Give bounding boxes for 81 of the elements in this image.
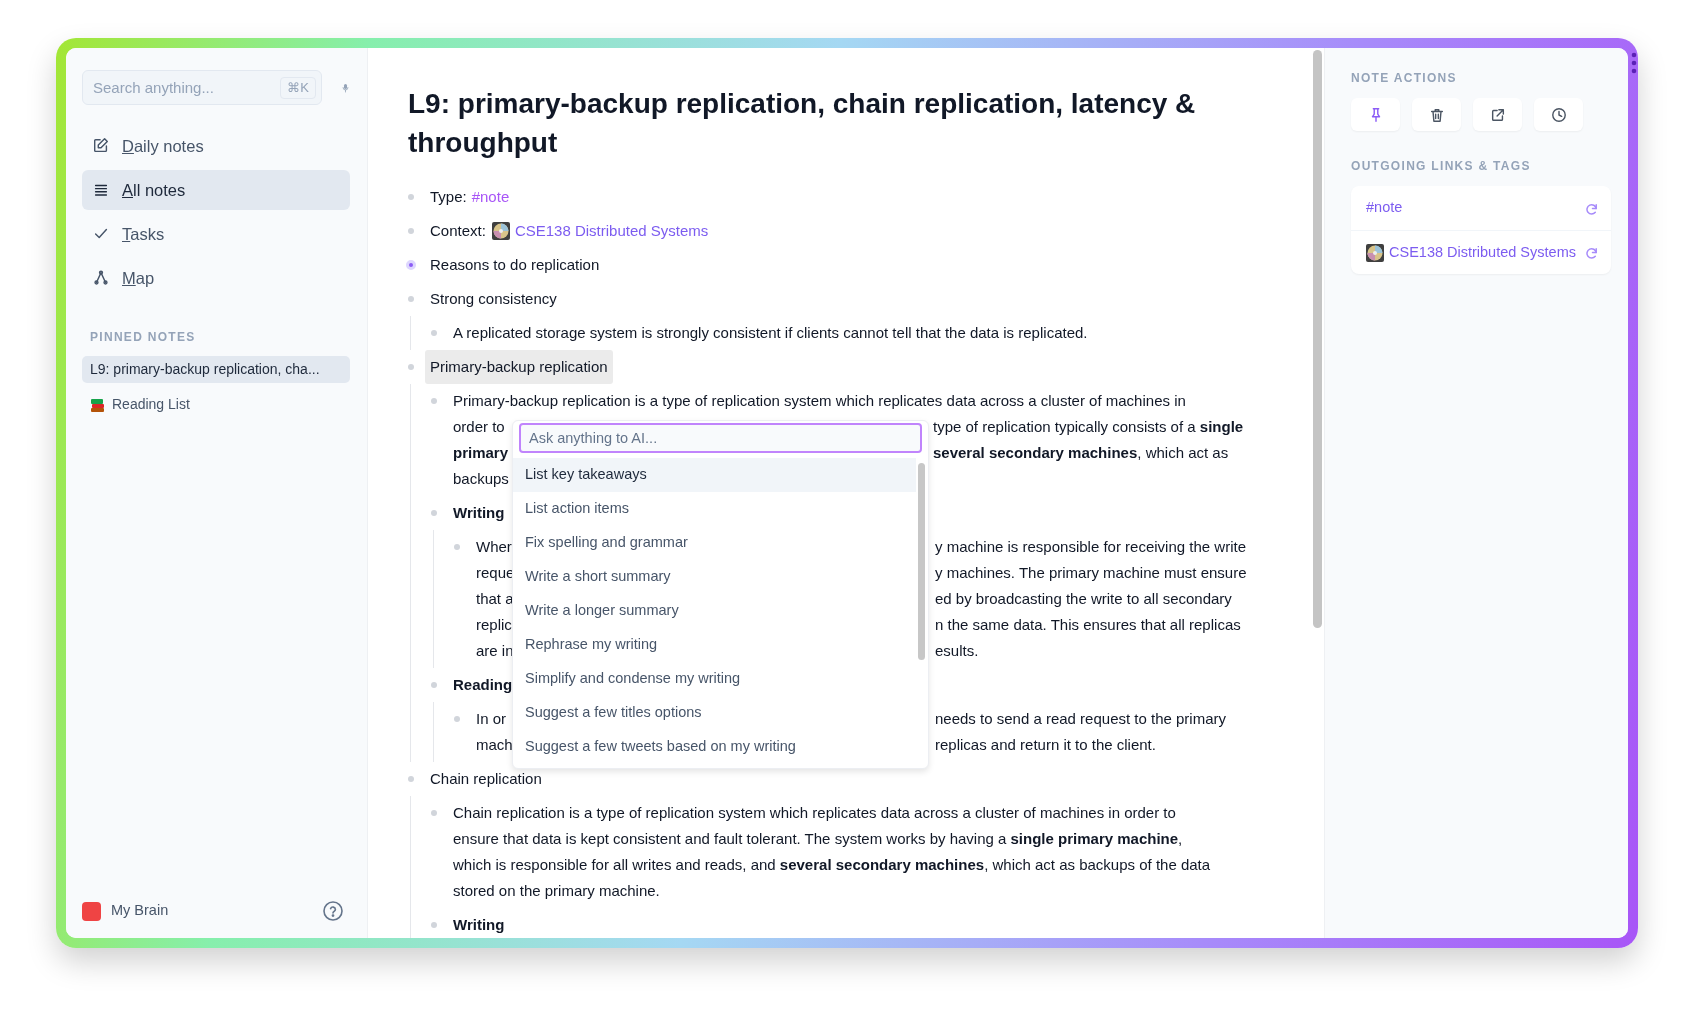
course-link[interactable]: CSE138 Distributed Systems	[1389, 241, 1576, 264]
redo-arrow-icon[interactable]	[1586, 246, 1599, 259]
bullet	[431, 682, 437, 688]
section-heading: NOTE ACTIONS	[1351, 70, 1458, 87]
scrollbar[interactable]	[918, 463, 925, 660]
menu-item[interactable]: Suggest a few tweets based on my writing	[513, 730, 916, 764]
note-text: backups	[453, 469, 509, 489]
clock-icon	[1550, 106, 1567, 123]
note-icon	[1366, 243, 1384, 262]
pinned-note[interactable]: L9: primary-backup replication, cha...	[82, 356, 350, 383]
bullet	[431, 398, 437, 404]
note-text: replic	[476, 615, 512, 635]
note-text: y machine is responsible for receiving the write	[935, 537, 1246, 557]
section-heading: OUTGOING LINKS & TAGS	[1351, 158, 1532, 175]
shortcut-hint: ⌘K	[280, 77, 316, 99]
section-heading: PINNED NOTES	[90, 329, 197, 346]
note-text: type of replication typically consists of a single	[933, 417, 1244, 437]
redo-arrow-icon[interactable]	[1586, 201, 1599, 215]
pencil-icon	[92, 137, 110, 155]
bullet	[454, 544, 460, 550]
menu-item[interactable]: Fix spelling and grammar	[513, 526, 916, 560]
note-text: y machines. The primary machine must ensure	[935, 563, 1247, 583]
note-text: replicas and return it to the client.	[935, 735, 1156, 755]
note-text: primary	[453, 443, 509, 463]
tag-link[interactable]: #note	[1366, 197, 1403, 219]
note-text: n the same data. This ensures that all replicas	[935, 615, 1241, 635]
menu-item[interactable]: Suggest a few titles options	[513, 696, 916, 730]
section-heading: Reading	[453, 675, 513, 695]
note-text: Chain replication	[430, 769, 542, 789]
scrollbar[interactable]	[1313, 50, 1322, 628]
menu-item[interactable]: List key takeaways	[513, 458, 916, 492]
note-title: L9: primary-backup replication, chain replication, latency & throughput	[408, 87, 1197, 160]
action-button[interactable]	[1412, 98, 1461, 131]
ai-prompt-field[interactable]: Ask anything to AI...	[519, 423, 922, 453]
note-text: esults.	[935, 641, 979, 661]
workspace-icon	[82, 901, 101, 921]
workspace-name[interactable]: My Brain	[111, 900, 169, 922]
nav-item[interactable]: All notes	[82, 170, 350, 210]
section-heading: Writing	[453, 503, 505, 523]
note-text: Chain replication is a type of replication system which replicates data across a cluster of machines in order to ensure that data is kept consistent and fault tolerant. The system works by having a single primary machine, which is responsible for all writes and reads, and several secondary machines, which act as backups of the data stored on the primary machine.	[453, 803, 1211, 901]
note-text: In or	[476, 709, 506, 729]
tag-link[interactable]: #note	[471, 184, 510, 210]
note-text: several secondary machines, which act as	[933, 443, 1229, 463]
pinned-note[interactable]: Reading List	[82, 391, 350, 418]
bullet	[454, 716, 460, 722]
bullet	[431, 510, 437, 516]
action-button[interactable]	[1534, 98, 1583, 131]
note-text: ed by broadcasting the write to all secondary	[935, 589, 1232, 609]
note-text: Primary-backup replication is a type of replication system which replicates data across a cluster of machines in	[453, 391, 1186, 411]
note-text: order to	[453, 417, 505, 437]
note-text: Wher	[476, 537, 512, 557]
course-link[interactable]: CSE138 Distributed Systems	[514, 218, 709, 244]
field-label: Type:	[430, 187, 467, 207]
external-link-icon	[1489, 106, 1506, 123]
menu-item[interactable]: Write a longer summary	[513, 594, 916, 628]
note-text: Reasons to do replication	[430, 255, 600, 275]
note-text: A replicated storage system is strongly consistent if clients cannot tell that the data is replicated.	[453, 323, 1088, 343]
note-text: Primary-backup replication	[425, 350, 613, 384]
note-text: needs to send a read request to the primary	[935, 709, 1226, 729]
bullet	[431, 922, 437, 928]
menu-item[interactable]: Simplify and condense my writing	[513, 662, 916, 696]
drag-handle-icon[interactable]	[1631, 52, 1637, 74]
bullet	[431, 330, 437, 336]
help-icon[interactable]	[323, 901, 343, 922]
nav-item[interactable]: Map	[82, 258, 350, 298]
action-button[interactable]	[1473, 98, 1522, 131]
books-icon	[90, 396, 106, 413]
note-icon	[491, 222, 510, 240]
section-heading: Writing	[453, 915, 505, 935]
menu-item[interactable]: Rephrase my writing	[513, 628, 916, 662]
note-text: mach	[476, 735, 513, 755]
note-text: Strong consistency	[430, 289, 557, 309]
nav-item[interactable]: Tasks	[82, 214, 350, 254]
menu-item[interactable]: List action items	[513, 492, 916, 526]
trash-icon	[1428, 106, 1445, 123]
menu-item[interactable]: Write a short summary	[513, 560, 916, 594]
nav-item[interactable]: Daily notes	[82, 126, 350, 166]
field-label: Context:	[430, 221, 486, 241]
note-text: reque	[476, 563, 515, 583]
bullet	[431, 810, 437, 816]
graph-icon	[92, 269, 110, 287]
